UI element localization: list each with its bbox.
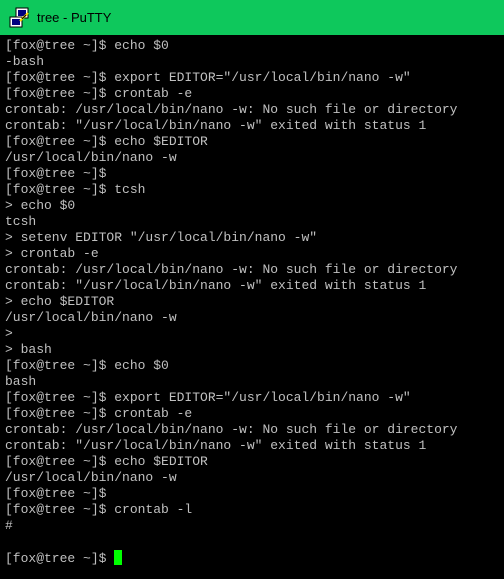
title-bar[interactable]: tree - PuTTY — [0, 0, 504, 35]
putty-window: tree - PuTTY [fox@tree ~]$ echo $0 -bash… — [0, 0, 504, 579]
terminal-line: [fox@tree ~]$ crontab -e — [5, 406, 193, 421]
cursor — [114, 550, 123, 565]
terminal-line: [fox@tree ~]$ — [5, 486, 107, 501]
terminal-line: > setenv EDITOR "/usr/local/bin/nano -w" — [5, 230, 318, 245]
terminal-line: > — [5, 326, 13, 341]
terminal-line: [fox@tree ~]$ echo $0 — [5, 358, 169, 373]
terminal-line: /usr/local/bin/nano -w — [5, 310, 177, 325]
terminal-prompt-line[interactable]: [fox@tree ~]$ — [5, 550, 504, 566]
terminal-line: > bash — [5, 342, 52, 357]
terminal-line: [fox@tree ~]$ export EDITOR="/usr/local/… — [5, 390, 411, 405]
terminal-line: [fox@tree ~]$ export EDITOR="/usr/local/… — [5, 70, 411, 85]
terminal-line: [fox@tree ~]$ echo $EDITOR — [5, 134, 208, 149]
terminal-line: crontab: "/usr/local/bin/nano -w" exited… — [5, 438, 427, 453]
terminal-line: [fox@tree ~]$ crontab -e — [5, 86, 193, 101]
terminal-line: > echo $0 — [5, 198, 76, 213]
terminal-line: crontab: /usr/local/bin/nano -w: No such… — [5, 422, 458, 437]
terminal-line: /usr/local/bin/nano -w — [5, 470, 177, 485]
terminal-output[interactable]: [fox@tree ~]$ echo $0 -bash [fox@tree ~]… — [0, 35, 504, 579]
terminal-line: [fox@tree ~]$ echo $0 — [5, 38, 169, 53]
prompt-text: [fox@tree ~]$ — [5, 551, 115, 566]
terminal-line: > crontab -e — [5, 246, 99, 261]
terminal-line: [fox@tree ~]$ echo $EDITOR — [5, 454, 208, 469]
terminal-line: [fox@tree ~]$ tcsh — [5, 182, 146, 197]
window-title: tree - PuTTY — [37, 10, 112, 25]
putty-icon[interactable] — [8, 7, 30, 29]
terminal-line: -bash — [5, 54, 45, 69]
terminal-line: crontab: "/usr/local/bin/nano -w" exited… — [5, 118, 427, 133]
terminal-line: # — [5, 518, 13, 533]
terminal-line: [fox@tree ~]$ crontab -l — [5, 502, 193, 517]
terminal-line: /usr/local/bin/nano -w — [5, 150, 177, 165]
terminal-line: crontab: /usr/local/bin/nano -w: No such… — [5, 262, 458, 277]
terminal-line: > echo $EDITOR — [5, 294, 115, 309]
terminal-line: [fox@tree ~]$ — [5, 166, 107, 181]
terminal-line: crontab: /usr/local/bin/nano -w: No such… — [5, 102, 458, 117]
terminal-line: bash — [5, 374, 37, 389]
terminal-line: tcsh — [5, 214, 37, 229]
terminal-line: crontab: "/usr/local/bin/nano -w" exited… — [5, 278, 427, 293]
